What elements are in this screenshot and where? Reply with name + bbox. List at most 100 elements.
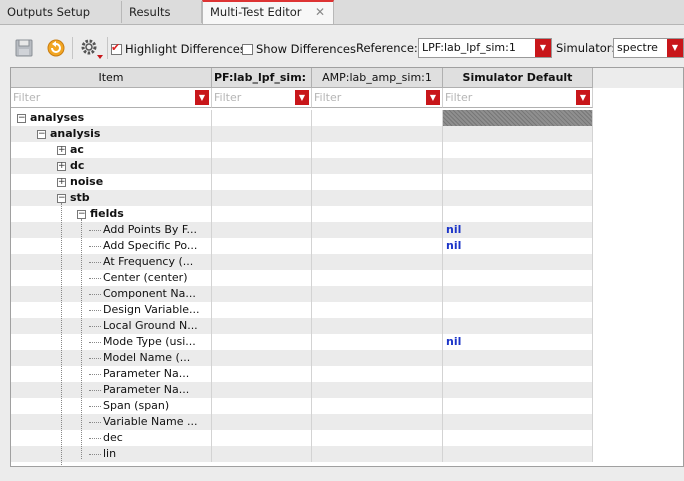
simulator-default-cell[interactable] (443, 110, 593, 126)
lpf-cell[interactable] (212, 254, 312, 270)
lpf-cell[interactable] (212, 270, 312, 286)
item-cell[interactable]: Parameter Na... (11, 382, 212, 398)
table-row[interactable]: Mode Type (usi... nil (11, 334, 593, 350)
item-cell[interactable]: − analyses (11, 110, 212, 126)
filter-dropdown-icon[interactable]: ▼ (576, 90, 590, 105)
simulator-default-cell[interactable] (443, 350, 593, 366)
item-cell[interactable]: Add Specific Po... (11, 238, 212, 254)
item-cell[interactable]: + noise (11, 174, 212, 190)
amp-cell[interactable] (312, 222, 443, 238)
item-cell[interactable]: − analysis (11, 126, 212, 142)
simulator-default-cell[interactable] (443, 174, 593, 190)
lpf-cell[interactable] (212, 174, 312, 190)
table-row[interactable]: Span (span) (11, 398, 593, 414)
simulator-default-cell[interactable] (443, 302, 593, 318)
simulator-default-cell[interactable] (443, 126, 593, 142)
item-cell[interactable]: Design Variable... (11, 302, 212, 318)
item-cell[interactable]: + ac (11, 142, 212, 158)
collapse-icon[interactable]: − (77, 210, 86, 219)
amp-cell[interactable] (312, 110, 443, 126)
simulator-default-cell[interactable]: nil (443, 238, 593, 254)
save-button[interactable] (13, 37, 35, 59)
collapse-icon[interactable]: − (57, 194, 66, 203)
table-row[interactable]: Center (center) (11, 270, 593, 286)
amp-cell[interactable] (312, 382, 443, 398)
simulator-default-cell[interactable] (443, 270, 593, 286)
simulator-default-cell[interactable] (443, 286, 593, 302)
filter-simulator-default[interactable]: Filter ▼ (443, 88, 593, 108)
lpf-cell[interactable] (212, 206, 312, 222)
column-header-simulator-default[interactable]: Simulator Default (443, 68, 593, 88)
lpf-cell[interactable] (212, 110, 312, 126)
simulator-default-cell[interactable] (443, 430, 593, 446)
simulator-default-cell[interactable] (443, 254, 593, 270)
amp-cell[interactable] (312, 142, 443, 158)
lpf-cell[interactable] (212, 414, 312, 430)
table-row[interactable]: Parameter Na... (11, 366, 593, 382)
lpf-cell[interactable] (212, 222, 312, 238)
amp-cell[interactable] (312, 270, 443, 286)
settings-button[interactable] (79, 37, 105, 59)
show-differences-checkbox[interactable]: Show Differences (242, 41, 356, 57)
item-cell[interactable]: Mode Type (usi... (11, 334, 212, 350)
amp-cell[interactable] (312, 414, 443, 430)
amp-cell[interactable] (312, 206, 443, 222)
lpf-cell[interactable] (212, 158, 312, 174)
table-row[interactable]: + noise (11, 174, 593, 190)
lpf-cell[interactable] (212, 446, 312, 462)
item-cell[interactable]: dec (11, 430, 212, 446)
amp-cell[interactable] (312, 430, 443, 446)
simulator-select[interactable]: spectre ▼ (613, 38, 684, 58)
table-row[interactable]: Variable Name ... (11, 414, 593, 430)
tab-results[interactable]: Results (122, 1, 202, 23)
lpf-cell[interactable] (212, 334, 312, 350)
lpf-cell[interactable] (212, 366, 312, 382)
item-cell[interactable]: Add Points By F... (11, 222, 212, 238)
filter-dropdown-icon[interactable]: ▼ (295, 90, 309, 105)
item-cell[interactable]: At Frequency (... (11, 254, 212, 270)
lpf-cell[interactable] (212, 302, 312, 318)
filter-dropdown-icon[interactable]: ▼ (426, 90, 440, 105)
amp-cell[interactable] (312, 254, 443, 270)
simulator-default-cell[interactable] (443, 398, 593, 414)
simulator-default-cell[interactable] (443, 446, 593, 462)
amp-cell[interactable] (312, 286, 443, 302)
amp-cell[interactable] (312, 318, 443, 334)
table-row[interactable]: Design Variable... (11, 302, 593, 318)
tab-multi-test-editor[interactable]: Multi-Test Editor ✕ (202, 0, 334, 24)
amp-cell[interactable] (312, 158, 443, 174)
lpf-cell[interactable] (212, 286, 312, 302)
table-row[interactable]: Parameter Na... (11, 382, 593, 398)
column-header-lpf[interactable]: PF:lab_lpf_sim: (212, 68, 312, 88)
lpf-cell[interactable] (212, 382, 312, 398)
simulator-default-cell[interactable] (443, 206, 593, 222)
refresh-button[interactable] (45, 37, 67, 59)
amp-cell[interactable] (312, 334, 443, 350)
item-cell[interactable]: Local Ground N... (11, 318, 212, 334)
table-row[interactable]: − analysis (11, 126, 593, 142)
simulator-default-cell[interactable] (443, 142, 593, 158)
table-row[interactable]: Local Ground N... (11, 318, 593, 334)
simulator-default-cell[interactable]: nil (443, 334, 593, 350)
item-cell[interactable]: Span (span) (11, 398, 212, 414)
chevron-down-icon[interactable]: ▼ (535, 39, 551, 57)
collapse-icon[interactable]: − (37, 130, 46, 139)
column-header-item[interactable]: Item (11, 68, 212, 88)
item-cell[interactable]: lin (11, 446, 212, 462)
expand-icon[interactable]: + (57, 178, 66, 187)
table-row[interactable]: Add Specific Po... nil (11, 238, 593, 254)
table-row[interactable]: Add Points By F... nil (11, 222, 593, 238)
amp-cell[interactable] (312, 366, 443, 382)
item-cell[interactable]: Parameter Na... (11, 366, 212, 382)
simulator-default-cell[interactable] (443, 366, 593, 382)
simulator-default-cell[interactable] (443, 158, 593, 174)
table-row[interactable]: − fields (11, 206, 593, 222)
reference-select[interactable]: LPF:lab_lpf_sim:1 ▼ (418, 38, 552, 58)
table-row[interactable]: + ac (11, 142, 593, 158)
table-row[interactable]: Component Na... (11, 286, 593, 302)
table-row[interactable]: − analyses (11, 110, 593, 126)
simulator-default-cell[interactable] (443, 382, 593, 398)
filter-item[interactable]: Filter ▼ (11, 88, 212, 108)
simulator-default-cell[interactable] (443, 318, 593, 334)
amp-cell[interactable] (312, 302, 443, 318)
